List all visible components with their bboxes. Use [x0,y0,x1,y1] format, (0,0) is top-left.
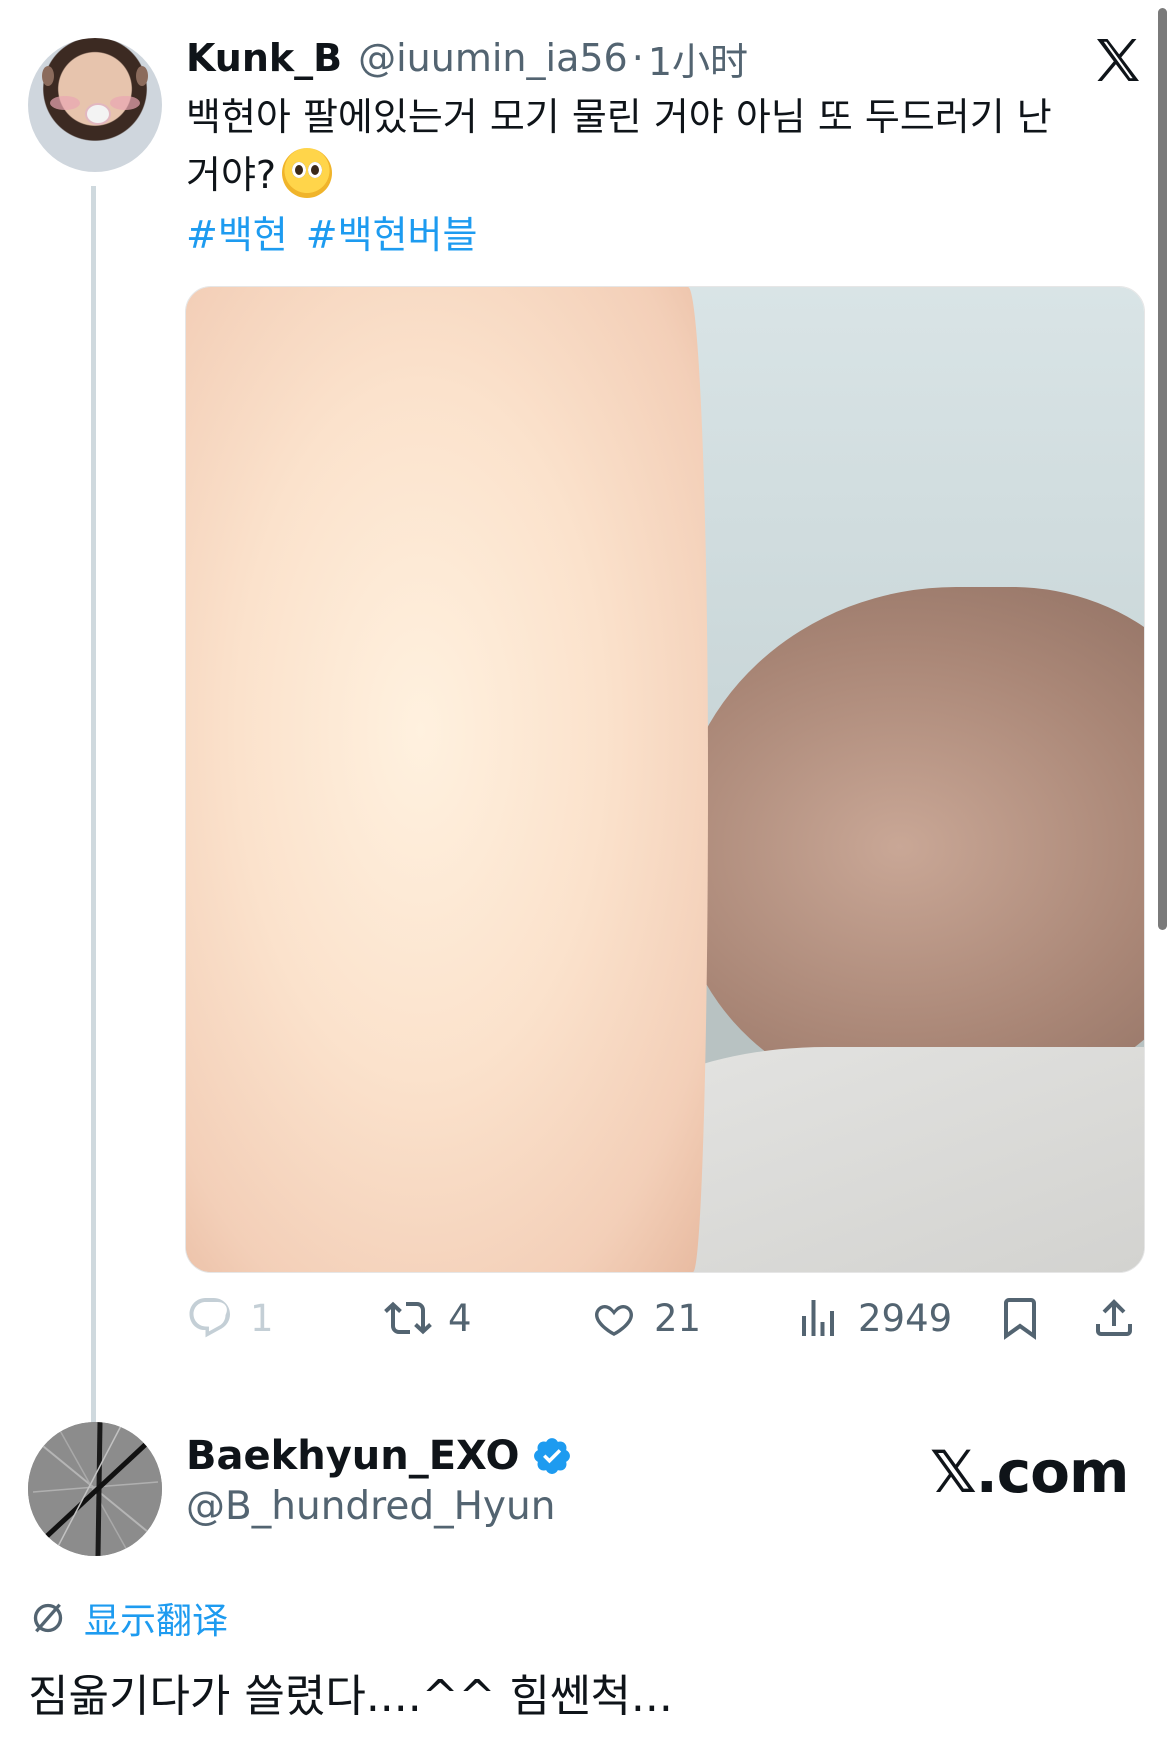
tweet-text: 백현아 팔에있는거 모기 물린 거야 아님 또 두드러기 난 거야? [186,88,1146,204]
retweet-button[interactable]: 4 [384,1290,472,1346]
scrollbar[interactable] [1158,8,1167,930]
retweet-icon [384,1301,432,1335]
avatar[interactable] [28,1422,162,1556]
reply-count: 1 [250,1296,274,1340]
timestamp[interactable]: 1小时 [648,31,748,86]
pleading-face-emoji-icon [282,148,333,198]
reply-button[interactable]: 1 [186,1290,274,1346]
views-count: 2949 [858,1296,953,1340]
translate-label: 显示翻译 [84,1601,229,1642]
separator: · [631,36,644,80]
tweet-text-line: 거야? [186,153,277,197]
photo-arm-left [186,287,708,1272]
verified-badge-icon [534,1438,571,1474]
handle[interactable]: @iuumin_ia56 [358,36,628,80]
avatar-detail [136,66,148,86]
hashtags: #백현 #백현버블 [186,204,477,259]
tweet-header: Kunk_B @iuumin_ia56 · 1小时 [186,30,748,86]
avatar-detail [85,103,111,125]
display-name[interactable]: Baekhyun_EXO [186,1433,519,1479]
avatar-detail [110,96,140,110]
show-translation-button[interactable]: 显示翻译 [28,1590,228,1646]
bookmark-icon [1004,1298,1036,1340]
hashtag-link[interactable]: #백현버블 [306,204,478,259]
hashtag-link[interactable]: #백현 [186,204,288,259]
translate-icon [33,1603,63,1633]
x-logo-icon[interactable] [1090,32,1146,88]
tweet-actions: 1 4 21 2949 [186,1290,1146,1346]
share-button[interactable] [1090,1290,1138,1346]
site-branding: 𝕏.com [930,1438,1129,1506]
avatar-image [28,1422,162,1556]
reply-header: Baekhyun_EXO [186,1428,573,1484]
handle[interactable]: @B_hundred_Hyun [186,1484,555,1529]
bookmark-button[interactable] [996,1290,1044,1346]
reply-icon [189,1298,230,1338]
retweet-count: 4 [448,1296,472,1340]
thread-line [91,186,96,1424]
avatar-detail [42,66,54,86]
views-button[interactable]: 2949 [794,1290,952,1346]
analytics-icon [802,1300,834,1336]
tweet-photo[interactable] [185,286,1145,1273]
share-icon [1096,1299,1132,1336]
like-button[interactable]: 21 [590,1290,701,1346]
tweet-text-line: 백현아 팔에있는거 모기 물린 거야 아님 또 두드러기 난 [186,95,1052,139]
reply-text: 짐옮기다가 쓸렸다....^^ 힘쎈척... [28,1671,673,1722]
like-count: 21 [654,1296,702,1340]
avatar[interactable] [28,38,162,172]
avatar-detail [50,96,80,110]
display-name[interactable]: Kunk_B [186,36,342,80]
heart-icon [595,1304,633,1336]
